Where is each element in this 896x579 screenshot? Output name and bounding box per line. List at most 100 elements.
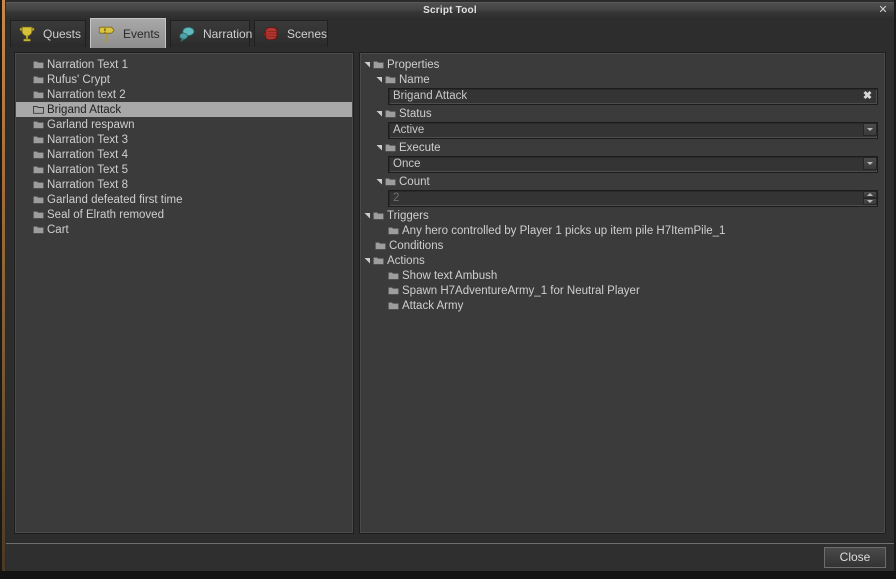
list-item[interactable]: Narration Text 1 [16, 57, 352, 72]
list-item-label: Brigand Attack [47, 104, 121, 116]
execute-select[interactable] [388, 156, 878, 173]
event-list-panel: Narration Text 1 Rufus' CryptNarration te… [14, 52, 354, 534]
status-select-value: Active [393, 122, 424, 139]
tab-strip: Quests Events [6, 18, 894, 48]
list-item[interactable]: Narration text 2 [16, 87, 352, 102]
folder-icon [388, 286, 399, 295]
list-item[interactable]: Cart [16, 222, 352, 237]
node-execute-label: Execute [399, 142, 441, 154]
trigger-item-label: Any hero controlled by Player 1 picks up… [402, 225, 725, 237]
list-item[interactable]: Narration Text 5 [16, 162, 352, 177]
node-status[interactable]: Status [361, 106, 886, 121]
stepper-down-icon[interactable] [863, 198, 877, 205]
list-item-label: Narration Text 8 [47, 179, 128, 191]
folder-icon [33, 135, 44, 144]
action-item[interactable]: Spawn H7AdventureArmy_1 for Neutral Play… [361, 283, 886, 298]
fist-icon [261, 24, 281, 44]
list-item[interactable]: Seal of Elrath removed [16, 207, 352, 222]
script-tool-window: Script Tool ✕ Quests [0, 0, 896, 579]
chevron-expanded-icon[interactable] [375, 75, 384, 84]
folder-icon [375, 241, 386, 250]
node-name-label: Name [399, 74, 430, 86]
list-item[interactable]: Brigand Attack [16, 102, 352, 117]
folder-icon [33, 210, 44, 219]
node-name[interactable]: Name [361, 72, 886, 87]
folder-icon [33, 165, 44, 174]
folder-icon [33, 120, 44, 129]
chevron-expanded-icon[interactable] [375, 177, 384, 186]
action-item[interactable]: Show text Ambush [361, 268, 886, 283]
folder-icon [385, 75, 396, 84]
node-count-label: Count [399, 176, 430, 188]
tab-events[interactable]: Events [90, 18, 166, 48]
folder-icon [33, 150, 44, 159]
list-item-label: Garland respawn [47, 119, 135, 131]
close-button[interactable]: Close [824, 547, 886, 568]
footer-bar: Close [6, 543, 894, 572]
list-item[interactable]: Narration Text 8 [16, 177, 352, 192]
list-item-label: Cart [47, 224, 69, 236]
action-item-label: Show text Ambush [402, 270, 497, 282]
action-item-label: Spawn H7AdventureArmy_1 for Neutral Play… [402, 285, 640, 297]
count-field-wrap: 2 [388, 190, 878, 207]
action-item[interactable]: Attack Army [361, 298, 886, 313]
folder-icon [33, 105, 44, 114]
node-properties[interactable]: Properties [361, 57, 886, 72]
clear-name-icon[interactable]: ✖ [861, 89, 874, 103]
count-stepper[interactable] [388, 190, 878, 207]
node-conditions[interactable]: Conditions [361, 238, 886, 253]
window-title: Script Tool [6, 3, 894, 18]
node-actions-label: Actions [387, 255, 425, 267]
status-field-wrap: Active [388, 122, 878, 139]
chevron-expanded-icon[interactable] [363, 211, 372, 220]
count-stepper-value: 2 [393, 190, 399, 207]
folder-icon [33, 75, 44, 84]
folder-icon [385, 109, 396, 118]
chevron-down-icon[interactable] [863, 123, 877, 136]
list-item[interactable]: Garland defeated first time [16, 192, 352, 207]
list-item-label: Narration Text 5 [47, 164, 128, 176]
status-select[interactable] [388, 122, 878, 139]
list-item[interactable]: Rufus' Crypt [16, 72, 352, 87]
node-status-label: Status [399, 108, 432, 120]
folder-icon [33, 180, 44, 189]
list-item-label: Rufus' Crypt [47, 74, 110, 86]
node-conditions-label: Conditions [389, 240, 443, 252]
tab-scenes[interactable]: Scenes [254, 20, 328, 47]
list-item[interactable]: Narration Text 4 [16, 147, 352, 162]
tab-quests[interactable]: Quests [10, 20, 86, 47]
stepper-up-icon[interactable] [863, 191, 877, 198]
trigger-item[interactable]: Any hero controlled by Player 1 picks up… [361, 223, 886, 238]
action-item-label: Attack Army [402, 300, 463, 312]
node-properties-label: Properties [387, 59, 439, 71]
chevron-expanded-icon[interactable] [363, 256, 372, 265]
chevron-down-icon[interactable] [863, 157, 877, 170]
node-triggers[interactable]: Triggers [361, 208, 886, 223]
chevron-expanded-icon[interactable] [375, 109, 384, 118]
event-tree[interactable]: Narration Text 1 Rufus' CryptNarration te… [16, 57, 352, 237]
tab-narration[interactable]: Narration [170, 20, 250, 47]
event-details-tree: Properties Name Brigand Attack ✖ [361, 57, 886, 313]
execute-field-wrap: Once [388, 156, 878, 173]
window-frame-bottom [0, 571, 896, 579]
close-icon[interactable]: ✕ [876, 3, 890, 18]
window-frame-accent [2, 0, 5, 571]
node-execute[interactable]: Execute [361, 140, 886, 155]
list-item-label: Narration Text 1 [47, 59, 128, 71]
folder-icon [388, 226, 399, 235]
list-item[interactable]: Narration Text 3 [16, 132, 352, 147]
node-actions[interactable]: Actions [361, 253, 886, 268]
signpost-icon [97, 24, 117, 44]
node-count[interactable]: Count [361, 174, 886, 189]
list-item-label: Garland defeated first time [47, 194, 183, 206]
chevron-expanded-icon[interactable] [363, 60, 372, 69]
folder-icon [385, 177, 396, 186]
execute-select-value: Once [393, 156, 421, 173]
list-item[interactable]: Garland respawn [16, 117, 352, 132]
folder-icon [385, 143, 396, 152]
folder-icon [33, 225, 44, 234]
tab-events-label: Events [123, 27, 160, 41]
name-input-value: Brigand Attack [393, 88, 467, 105]
chevron-expanded-icon[interactable] [375, 143, 384, 152]
trophy-icon [17, 24, 37, 44]
